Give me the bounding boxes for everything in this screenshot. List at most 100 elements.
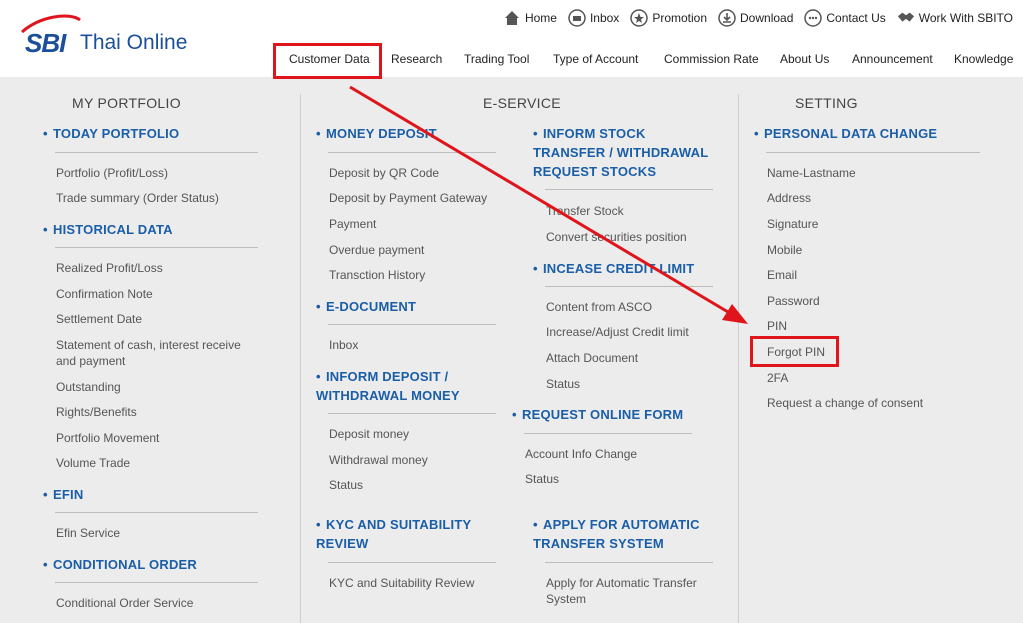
top-nav-label: Home — [524, 11, 557, 25]
menu-item[interactable]: Status — [546, 376, 580, 392]
section-divider — [766, 152, 980, 153]
column-title-eservice: E-SERVICE — [483, 95, 561, 111]
nav-announcement[interactable]: Announcement — [852, 52, 933, 66]
menu-item[interactable]: Convert securities position — [546, 229, 687, 245]
site-header: SBI Thai Online Home Inbox Promotion Dow… — [0, 0, 1023, 77]
section-divider — [55, 247, 258, 248]
download-icon — [718, 9, 736, 27]
nav-research[interactable]: Research — [391, 52, 442, 66]
star-icon — [630, 9, 649, 27]
section-divider — [55, 582, 258, 583]
handshake-icon — [897, 9, 915, 27]
top-nav-label: Promotion — [652, 11, 708, 25]
menu-item[interactable]: Transfer Stock — [546, 203, 624, 219]
column-divider — [738, 94, 739, 623]
menu-item[interactable]: PIN — [767, 318, 787, 334]
menu-item[interactable]: Portfolio Movement — [56, 430, 159, 446]
section-divider — [55, 512, 258, 513]
top-nav-home[interactable]: Home — [503, 9, 557, 27]
section-increase-credit-limit[interactable]: • INCEASE CREDIT LIMIT — [533, 259, 694, 278]
section-apply-automatic-transfer[interactable]: • APPLY FOR AUTOMATIC TRANSFER SYSTEM — [533, 515, 718, 553]
column-title-setting: SETTING — [795, 95, 858, 111]
chat-icon — [804, 9, 823, 27]
top-nav-promotion[interactable]: Promotion — [630, 9, 707, 27]
menu-item[interactable]: Statement of cash, interest receive and … — [56, 337, 256, 369]
section-divider — [545, 562, 713, 563]
section-divider — [328, 413, 496, 414]
menu-item[interactable]: Status — [525, 471, 559, 487]
menu-item[interactable]: Conditional Order Service — [56, 595, 193, 611]
section-divider — [328, 152, 496, 153]
menu-item[interactable]: Portfolio (Profit/Loss) — [56, 165, 168, 181]
nav-knowledge[interactable]: Knowledge — [954, 52, 1013, 66]
section-inform-deposit-withdrawal[interactable]: • INFORM DEPOSIT / WITHDRAWAL MONEY — [316, 367, 496, 405]
menu-item[interactable]: Rights/Benefits — [56, 404, 137, 420]
nav-type-of-account[interactable]: Type of Account — [553, 52, 638, 66]
top-nav-label: Inbox — [589, 11, 620, 25]
section-efin[interactable]: • EFIN — [43, 485, 83, 504]
menu-item[interactable]: Transction History — [329, 267, 425, 283]
menu-item[interactable]: Content from ASCO — [546, 299, 652, 315]
highlight-box-forgot-pin — [750, 336, 839, 367]
menu-item[interactable]: Account Info Change — [525, 446, 637, 462]
section-personal-data-change[interactable]: • PERSONAL DATA CHANGE — [754, 124, 937, 143]
section-conditional-order[interactable]: • CONDITIONAL ORDER — [43, 555, 197, 574]
menu-item[interactable]: Efin Service — [56, 525, 120, 541]
section-today-portfolio[interactable]: • TODAY PORTFOLIO — [43, 124, 179, 143]
section-e-document[interactable]: • E-DOCUMENT — [316, 297, 416, 316]
menu-item[interactable]: Deposit by QR Code — [329, 165, 439, 181]
top-nav-work-with[interactable]: Work With SBITO — [897, 9, 1013, 27]
menu-item[interactable]: Deposit by Payment Gateway — [329, 190, 487, 206]
home-icon — [503, 9, 521, 27]
section-historical-data[interactable]: • HISTORICAL DATA — [43, 220, 173, 239]
menu-item[interactable]: Payment — [329, 216, 376, 232]
column-divider — [300, 94, 301, 623]
menu-item[interactable]: Email — [767, 267, 797, 283]
top-nav-contact[interactable]: Contact Us — [804, 9, 886, 27]
menu-item[interactable]: Signature — [767, 216, 818, 232]
inbox-icon — [568, 9, 586, 27]
menu-item[interactable]: Deposit money — [329, 426, 409, 442]
menu-item[interactable]: Apply for Automatic Transfer System — [546, 575, 726, 607]
top-nav-inbox[interactable]: Inbox — [568, 9, 619, 27]
menu-item[interactable]: Inbox — [329, 337, 358, 353]
menu-item[interactable]: Increase/Adjust Credit limit — [546, 324, 689, 340]
menu-item[interactable]: Overdue payment — [329, 242, 424, 258]
section-divider — [545, 189, 713, 190]
menu-item[interactable]: Attach Document — [546, 350, 638, 366]
nav-about-us[interactable]: About Us — [780, 52, 829, 66]
section-divider — [545, 286, 713, 287]
menu-item[interactable]: Request a change of consent — [767, 395, 923, 411]
section-divider — [55, 152, 258, 153]
nav-commission-rate[interactable]: Commission Rate — [664, 52, 759, 66]
section-divider — [328, 562, 496, 563]
menu-item[interactable]: Address — [767, 190, 811, 206]
top-nav-label: Download — [740, 11, 794, 25]
section-request-online-form[interactable]: • REQUEST ONLINE FORM — [512, 405, 683, 424]
menu-item[interactable]: 2FA — [767, 370, 788, 386]
top-nav-download[interactable]: Download — [718, 9, 793, 27]
top-nav-label: Contact Us — [826, 11, 886, 25]
top-nav-label: Work With SBITO — [918, 11, 1013, 25]
menu-item[interactable]: Password — [767, 293, 820, 309]
nav-trading-tool[interactable]: Trading Tool — [464, 52, 529, 66]
menu-item[interactable]: Mobile — [767, 242, 802, 258]
section-divider — [524, 433, 692, 434]
menu-item[interactable]: Settlement Date — [56, 311, 142, 327]
menu-item[interactable]: Outstanding — [56, 379, 121, 395]
menu-item[interactable]: Confirmation Note — [56, 286, 153, 302]
menu-item[interactable]: Name-Lastname — [767, 165, 856, 181]
top-nav: Home Inbox Promotion Download Contact Us… — [492, 7, 1013, 29]
menu-item[interactable]: Status — [329, 477, 363, 493]
menu-item[interactable]: Volume Trade — [56, 455, 130, 471]
menu-item[interactable]: Trade summary (Order Status) — [56, 190, 219, 206]
section-inform-stock-transfer[interactable]: • INFORM STOCK TRANSFER / WITHDRAWAL REQU… — [533, 124, 718, 181]
menu-item[interactable]: Withdrawal money — [329, 452, 428, 468]
section-divider — [328, 324, 496, 325]
logo-mark: SBI — [25, 28, 66, 58]
sbi-logo[interactable]: SBI Thai Online — [20, 14, 220, 58]
menu-item[interactable]: Realized Profit/Loss — [56, 260, 163, 276]
section-kyc-suitability[interactable]: • KYC AND SUITABILITY REVIEW — [316, 515, 496, 553]
menu-item[interactable]: KYC and Suitability Review — [329, 575, 474, 591]
section-money-deposit[interactable]: • MONEY DEPOSIT — [316, 124, 437, 143]
